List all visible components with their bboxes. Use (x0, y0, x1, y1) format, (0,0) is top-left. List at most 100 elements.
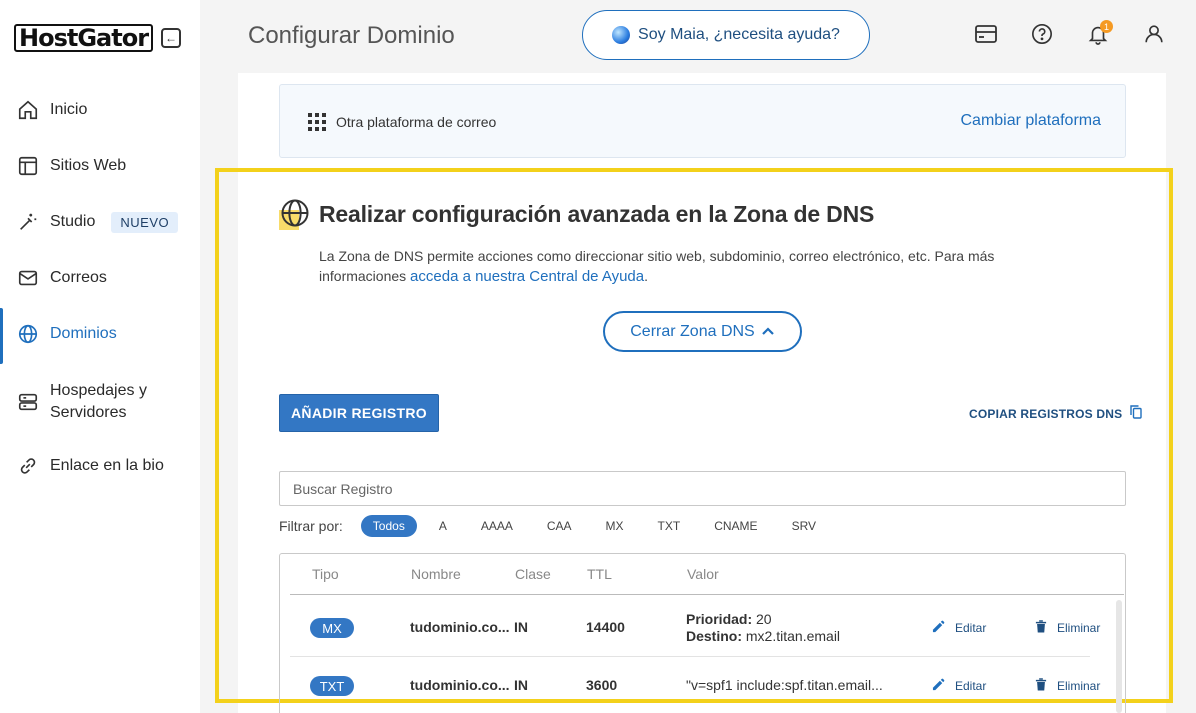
assistant-button[interactable]: Soy Maia, ¿necesita ayuda? (582, 10, 870, 60)
notification-count-badge: 1 (1100, 20, 1113, 33)
delete-label: Eliminar (1057, 621, 1101, 635)
record-ttl: 3600 (586, 677, 618, 693)
edit-label: Editar (955, 621, 987, 635)
logo-row: HostGator ← (14, 24, 182, 52)
sidebar-item-inicio[interactable]: Inicio (0, 98, 200, 122)
column-header-ttl: TTL (587, 566, 612, 582)
notifications-bell-icon[interactable]: 1 (1086, 20, 1113, 46)
copy-records-label: COPIAR REGISTROS DNS (969, 406, 1123, 421)
delete-record-button[interactable]: Eliminar (1035, 678, 1100, 694)
sidebar-item-label: Hospedajes y Servidores (50, 380, 147, 424)
filter-chip-srv[interactable]: SRV (780, 515, 828, 537)
apps-grid-icon (308, 113, 326, 136)
value-destination: mx2.titan.email (745, 628, 841, 644)
page-title: Configurar Dominio (248, 22, 455, 49)
dns-title: Realizar configuración avanzada en la Zo… (319, 200, 875, 227)
label-line-2: Servidores (50, 404, 127, 421)
sidebar-item-sitios-web[interactable]: Sitios Web (0, 154, 200, 178)
new-badge: NUEVO (111, 211, 179, 233)
filter-chip-mx[interactable]: MX (594, 515, 636, 537)
copy-icon (1130, 405, 1143, 422)
table-scrollbar[interactable] (1116, 600, 1122, 713)
sidebar-item-correos[interactable]: Correos (0, 266, 200, 290)
record-value: Prioridad: 20 Destino: mx2.titan.email (686, 611, 840, 645)
filter-chip-caa[interactable]: CAA (535, 515, 584, 537)
delete-label: Eliminar (1057, 679, 1101, 693)
close-dns-zone-button[interactable]: Cerrar Zona DNS (603, 311, 802, 352)
label-line-1: Hospedajes y (50, 382, 147, 399)
sidebar-item-enlace-bio[interactable]: Enlace en la bio (0, 454, 200, 478)
value-priority: 20 (756, 611, 772, 627)
browser-icon (16, 154, 40, 178)
record-value: "v=spf1 include:spf.titan.email... (686, 677, 883, 693)
chevron-up-icon (761, 323, 775, 341)
home-icon (16, 98, 40, 122)
filter-chip-txt[interactable]: TXT (646, 515, 693, 537)
record-name: tudominio.co... (410, 677, 510, 693)
server-icon (16, 390, 40, 414)
trash-icon (1035, 678, 1047, 694)
dns-records-table: Tipo Nombre Clase TTL Valor MX tudominio… (279, 553, 1126, 713)
add-record-button[interactable]: AÑADIR REGISTRO (279, 394, 439, 432)
link-icon (16, 454, 40, 478)
type-pill: TXT (310, 676, 354, 696)
globe-icon (16, 322, 40, 346)
hostgator-logo[interactable]: HostGator (14, 24, 154, 52)
mail-icon (16, 266, 40, 290)
pencil-icon (932, 678, 945, 694)
filter-chip-a[interactable]: A (427, 515, 459, 537)
help-icon[interactable] (1030, 22, 1054, 46)
edit-label: Editar (955, 679, 987, 693)
filter-row: Filtrar por: Todos A AAAA CAA MX TXT CNA… (279, 515, 838, 537)
dns-globe-icon (279, 198, 311, 230)
sidebar-item-hospedajes[interactable]: Hospedajes y Servidores (0, 380, 200, 424)
billing-card-icon[interactable] (974, 22, 998, 46)
edit-record-button[interactable]: Editar (932, 620, 986, 636)
type-pill: MX (310, 618, 354, 638)
column-header-valor: Valor (687, 566, 719, 582)
sidebar: HostGator ← Inicio Sitios Web Studio NUE… (0, 0, 200, 713)
filter-chip-cname[interactable]: CNAME (702, 515, 769, 537)
filter-label: Filtrar por: (279, 518, 343, 534)
platform-label: Otra plataforma de correo (336, 114, 497, 130)
record-class: IN (514, 619, 528, 635)
sidebar-item-label: Sitios Web (50, 157, 127, 174)
sidebar-item-dominios[interactable]: Dominios (0, 308, 200, 364)
sidebar-item-label: Dominios (50, 325, 117, 342)
copy-dns-records-button[interactable]: COPIAR REGISTROS DNS (969, 405, 1143, 422)
mail-platform-box: Otra plataforma de correo Cambiar plataf… (279, 84, 1126, 158)
trash-icon (1035, 620, 1047, 636)
sidebar-item-label: Inicio (50, 101, 88, 118)
column-header-tipo: Tipo (312, 566, 339, 582)
dns-section-header: Realizar configuración avanzada en la Zo… (279, 198, 874, 230)
delete-record-button[interactable]: Eliminar (1035, 620, 1100, 636)
search-record-input[interactable] (279, 471, 1126, 506)
sidebar-item-studio[interactable]: Studio NUEVO (0, 210, 200, 234)
value-label-destination: Destino: (686, 628, 742, 644)
filter-chip-todos[interactable]: Todos (360, 515, 417, 537)
table-row: MX tudominio.co... IN 14400 Prioridad: 2… (280, 598, 1127, 656)
user-account-icon[interactable] (1142, 22, 1166, 46)
maia-orb-icon (612, 26, 631, 44)
record-ttl: 14400 (586, 619, 625, 635)
value-label-priority: Prioridad: (686, 611, 753, 627)
column-header-nombre: Nombre (411, 566, 461, 582)
sidebar-item-label: Correos (50, 269, 107, 286)
help-center-link[interactable]: acceda a nuestra Central de Ayuda (410, 268, 644, 285)
record-class: IN (514, 677, 528, 693)
sidebar-item-label: Enlace en la bio (50, 457, 164, 474)
dns-description: La Zona de DNS permite acciones como dir… (319, 248, 995, 285)
close-zone-label: Cerrar Zona DNS (630, 322, 755, 340)
header-divider (290, 594, 1124, 595)
pencil-icon (932, 620, 945, 636)
column-header-clase: Clase (515, 566, 551, 582)
filter-chip-aaaa[interactable]: AAAA (469, 515, 525, 537)
magic-wand-icon (16, 210, 40, 234)
assistant-label: Soy Maia, ¿necesita ayuda? (638, 26, 840, 43)
change-platform-link[interactable]: Cambiar plataforma (961, 112, 1102, 130)
table-row: TXT tudominio.co... IN 3600 "v=spf1 incl… (280, 657, 1127, 713)
sidebar-item-label: Studio (50, 213, 96, 230)
edit-record-button[interactable]: Editar (932, 678, 986, 694)
record-name: tudominio.co... (410, 619, 510, 635)
collapse-sidebar-icon[interactable]: ← (161, 28, 182, 48)
